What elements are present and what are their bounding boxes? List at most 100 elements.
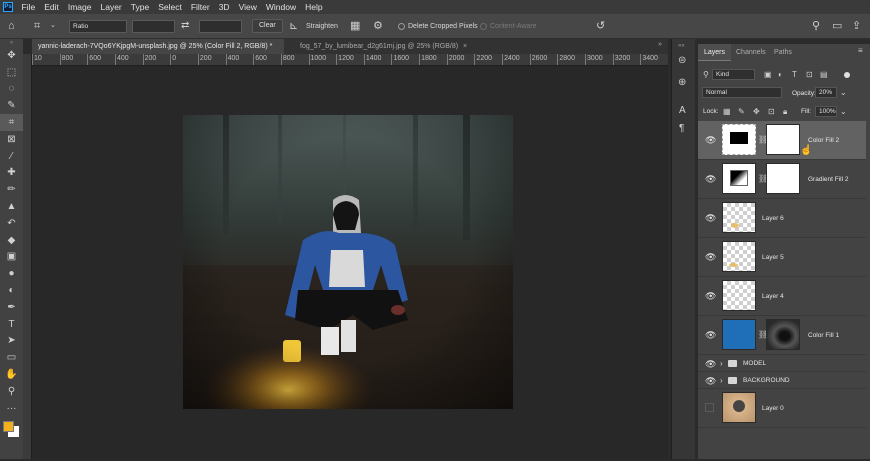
menu-file[interactable]: File <box>17 0 40 14</box>
history-panel-icon[interactable]: ⊜ <box>678 55 686 66</box>
workspace-icon[interactable]: ▭ <box>832 19 842 33</box>
path-select-tool-icon[interactable]: ➤ <box>0 333 23 350</box>
clear-button[interactable]: Clear <box>252 19 283 33</box>
lock-all-icon[interactable]: 🔒︎ <box>783 107 787 117</box>
menu-edit[interactable]: Edit <box>40 0 64 14</box>
eraser-tool-icon[interactable]: ◆ <box>0 232 23 249</box>
type-tool-icon[interactable]: T <box>0 316 23 333</box>
type-filter-icon[interactable]: T <box>792 70 797 80</box>
pixel-filter-icon[interactable]: ▣ <box>764 70 772 80</box>
menu-select[interactable]: Select <box>154 0 187 14</box>
close-icon[interactable]: × <box>463 43 467 50</box>
panel-collapse-icon[interactable]: » <box>658 41 662 48</box>
filter-toggle[interactable] <box>844 72 850 78</box>
blur-tool-icon[interactable]: ● <box>0 265 23 282</box>
menu-type[interactable]: Type <box>126 0 153 14</box>
swap-icon[interactable]: ⇄ <box>181 19 189 33</box>
layer-mask-thumbnail[interactable] <box>766 124 800 155</box>
eye-icon[interactable]: 👁︎ <box>705 377 716 386</box>
quick-select-tool-icon[interactable]: ✎ <box>0 97 23 114</box>
eye-icon[interactable]: 👁︎ <box>705 214 716 223</box>
layer-row-gradient-fill-2[interactable]: 👁︎ ⛓ Gradient Fill 2 <box>698 160 866 199</box>
reset-icon[interactable]: ↺ <box>596 19 605 33</box>
layer-row-color-fill-1[interactable]: 👁︎ ⛓ Color Fill 1 <box>698 316 866 355</box>
move-tool-icon[interactable]: ✥ <box>0 47 23 64</box>
blend-mode-select[interactable]: Normal <box>702 87 782 98</box>
layer-row-layer-4[interactable]: 👁︎ Layer 4 <box>698 277 866 316</box>
collapse-icon[interactable]: «« <box>678 43 685 49</box>
layer-name[interactable]: Layer 5 <box>762 254 784 262</box>
menu-3d[interactable]: 3D <box>214 0 234 14</box>
layer-name[interactable]: Layer 0 <box>762 405 784 413</box>
pen-tool-icon[interactable]: ✒ <box>0 299 23 316</box>
grid-overlay-icon[interactable]: ▦ <box>350 19 360 33</box>
tab-document-2[interactable]: fog_57_by_lumibear_d2g61mj.jpg @ 25% (RG… <box>294 39 494 54</box>
tab-document-1[interactable]: yannic-laderach-7VQo6YKjpgM-unsplash.jpg… <box>32 39 284 65</box>
collapse-icon[interactable]: » <box>0 39 23 47</box>
stamp-tool-icon[interactable]: ▲ <box>0 198 23 215</box>
smart-object-filter-icon[interactable]: ▤ <box>820 70 828 80</box>
layer-name[interactable]: BACKGROUND <box>743 377 790 385</box>
filter-kind-select[interactable]: Kind <box>712 69 755 80</box>
chevron-down-icon[interactable]: ⌄ <box>840 107 847 117</box>
menu-help[interactable]: Help <box>301 0 327 14</box>
layer-group-model[interactable]: 👁︎ › MODEL <box>698 355 866 372</box>
gradient-tool-icon[interactable]: ▣ <box>0 249 23 266</box>
straighten-label[interactable]: Straighten <box>306 22 338 31</box>
history-brush-icon[interactable]: ↶ <box>0 215 23 232</box>
panel-menu-icon[interactable]: ≡ <box>858 46 863 55</box>
lock-artboard-icon[interactable]: ⊡ <box>768 107 775 117</box>
adjustments-panel-icon[interactable]: ⊕ <box>678 77 686 88</box>
foreground-color-swatch[interactable] <box>3 420 14 432</box>
layer-row-layer-5[interactable]: 👁︎ Layer 5 <box>698 238 866 277</box>
zoom-tool-icon[interactable]: ⚲ <box>0 383 23 400</box>
shape-tool-icon[interactable]: ▭ <box>0 349 23 366</box>
tab-paths[interactable]: Paths <box>768 44 798 61</box>
menu-filter[interactable]: Filter <box>186 0 214 14</box>
layer-name[interactable]: MODEL <box>743 360 766 368</box>
character-panel-icon[interactable]: A <box>679 105 686 116</box>
adjustment-filter-icon[interactable]: ◐ <box>778 70 783 80</box>
eye-icon[interactable]: 👁︎ <box>705 360 716 369</box>
layer-row-layer-0[interactable]: Layer 0 <box>698 389 866 428</box>
layer-mask-thumbnail[interactable] <box>766 319 800 350</box>
more-tools-icon[interactable]: ··· <box>0 400 23 417</box>
chevron-down-icon[interactable]: ⌄ <box>50 19 56 33</box>
delete-cropped-checkbox[interactable] <box>398 23 405 30</box>
fill-field[interactable]: 100% <box>815 106 837 117</box>
eyedropper-tool-icon[interactable]: ⁄ <box>0 148 23 165</box>
eye-icon[interactable]: 👁︎ <box>705 331 716 340</box>
layer-row-color-fill-2[interactable]: 👁︎ ⛓ Color Fill 2 ☝ <box>698 121 866 160</box>
lock-position-icon[interactable]: ✥ <box>753 107 760 117</box>
tab-channels[interactable]: Channels <box>730 44 772 61</box>
crop-tool-icon[interactable]: ⌗ <box>0 114 23 131</box>
lasso-tool-icon[interactable]: ◌ <box>0 81 23 98</box>
ratio-select[interactable]: Ratio <box>69 20 127 33</box>
menu-window[interactable]: Window <box>261 0 300 14</box>
layer-row-layer-6[interactable]: 👁︎ Layer 6 <box>698 199 866 238</box>
crop-tool-icon[interactable]: ⌗ <box>34 19 40 33</box>
photoshop-logo[interactable]: Ps <box>3 2 13 12</box>
straighten-icon[interactable]: ⊾ <box>289 19 298 33</box>
paragraph-panel-icon[interactable]: ¶ <box>679 123 684 134</box>
dodge-tool-icon[interactable]: ◐ <box>0 282 23 299</box>
home-icon[interactable]: ⌂ <box>8 19 15 33</box>
share-icon[interactable]: ⇪ <box>852 19 861 33</box>
chevron-down-icon[interactable]: ⌄ <box>840 88 847 98</box>
frame-tool-icon[interactable]: ⊠ <box>0 131 23 148</box>
layer-mask-thumbnail[interactable] <box>766 163 800 194</box>
layer-name[interactable]: Gradient Fill 2 <box>808 176 848 184</box>
shape-filter-icon[interactable]: ⊡ <box>806 70 813 80</box>
tab-layers[interactable]: Layers <box>698 44 732 61</box>
healing-tool-icon[interactable]: ✚ <box>0 165 23 182</box>
layer-name[interactable]: Color Fill 2 <box>808 137 839 145</box>
eye-icon[interactable]: 👁︎ <box>705 253 716 262</box>
layer-group-background[interactable]: 👁︎ › BACKGROUND <box>698 372 866 389</box>
gear-icon[interactable]: ⚙ <box>373 19 383 33</box>
marquee-tool-icon[interactable]: ⬚ <box>0 64 23 81</box>
menu-view[interactable]: View <box>234 0 261 14</box>
document-image[interactable] <box>183 115 513 409</box>
chevron-right-icon[interactable]: › <box>720 376 723 386</box>
eye-icon[interactable]: 👁︎ <box>705 292 716 301</box>
hand-tool-icon[interactable]: ✋ <box>0 366 23 383</box>
